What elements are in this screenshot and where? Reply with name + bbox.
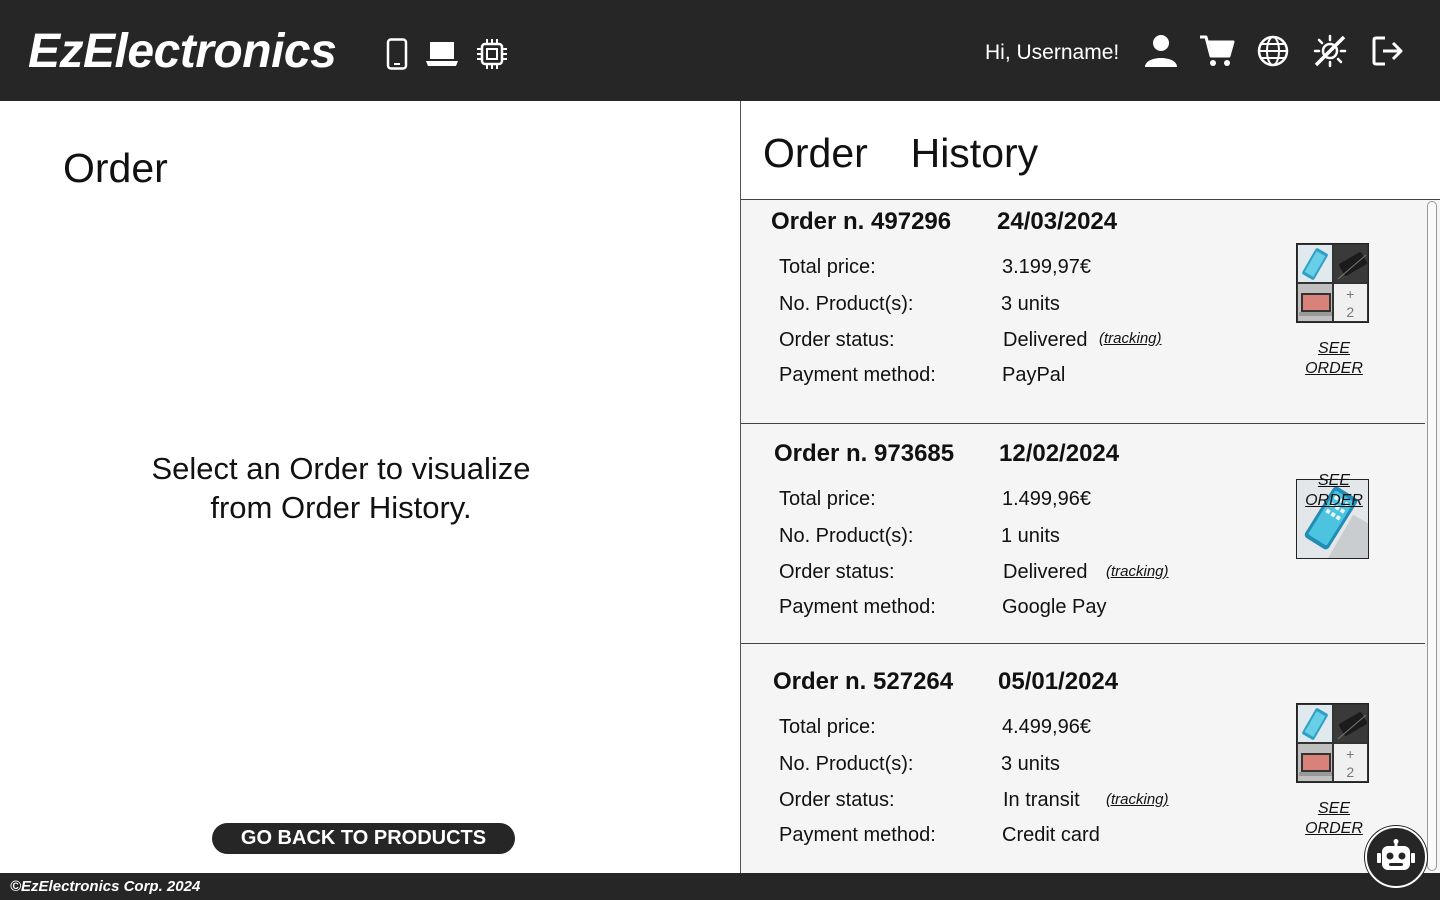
- products-value: 1 units: [1001, 525, 1060, 547]
- status-label: Order status:: [779, 789, 895, 811]
- tracking-link[interactable]: (tracking): [1099, 329, 1162, 349]
- order-date: 24/03/2024: [997, 208, 1118, 235]
- history-title: Order History: [763, 130, 1039, 176]
- order-detail-panel: Order Select an Order to visualize from …: [0, 101, 740, 873]
- tracking-link[interactable]: (tracking): [1106, 790, 1169, 810]
- history-scrollbar[interactable]: [1427, 201, 1437, 871]
- payment-value: PayPal: [1002, 364, 1066, 386]
- payment-label: Payment method:: [779, 596, 936, 618]
- chatbot-icon[interactable]: [1365, 826, 1427, 888]
- message-line-1: Select an Order to visualize: [151, 451, 531, 486]
- order-number: Order n. 973685: [774, 440, 955, 467]
- status-label: Order status:: [779, 561, 895, 583]
- smartphone-thumbnail: [1297, 704, 1333, 743]
- order-thumbnails[interactable]: +2: [1296, 243, 1369, 323]
- smartphone-icon[interactable]: [385, 36, 409, 72]
- see-order-link[interactable]: SEE ORDER: [1289, 799, 1379, 839]
- smartphone-thumbnail: [1297, 244, 1333, 283]
- total-price-value: 1.499,96€: [1002, 488, 1091, 510]
- tracking-link[interactable]: (tracking): [1106, 562, 1169, 582]
- chip-icon[interactable]: [475, 36, 509, 72]
- payment-label: Payment method:: [779, 824, 936, 846]
- products-label: No. Product(s):: [779, 525, 914, 547]
- status-label: Order status:: [779, 329, 895, 351]
- order-number: Order n. 497296: [771, 208, 952, 235]
- payment-value: Google Pay: [1002, 596, 1107, 618]
- order-card[interactable]: Order n. 497296 24/03/2024 Total price: …: [741, 201, 1425, 424]
- user-greeting: Hi, Username!: [985, 41, 1120, 64]
- user-icon[interactable]: [1141, 30, 1181, 72]
- order-date: 05/01/2024: [998, 668, 1119, 695]
- theme-toggle-icon[interactable]: [1310, 30, 1350, 72]
- laptop-icon[interactable]: [424, 36, 460, 72]
- total-price-label: Total price:: [779, 716, 876, 738]
- copyright-text: ©EzElectronics Corp. 2024: [10, 878, 201, 895]
- empty-selection-message: Select an Order to visualize from Order …: [91, 449, 591, 527]
- order-thumbnails[interactable]: +2: [1296, 703, 1369, 783]
- status-value: In transit: [1003, 789, 1080, 811]
- cart-icon[interactable]: [1197, 30, 1237, 72]
- products-value: 3 units: [1001, 293, 1060, 315]
- more-products-indicator: +2: [1332, 743, 1368, 782]
- laptop-thumbnail: [1297, 283, 1333, 322]
- accessory-thumbnail: [1332, 244, 1368, 283]
- see-order-link[interactable]: SEE ORDER: [1289, 471, 1379, 511]
- globe-icon[interactable]: [1253, 30, 1293, 72]
- payment-label: Payment method:: [779, 364, 936, 386]
- go-back-to-products-button[interactable]: GO BACK TO PRODUCTS: [212, 823, 515, 854]
- order-number: Order n. 527264: [773, 668, 954, 695]
- laptop-thumbnail: [1297, 743, 1333, 782]
- see-order-link[interactable]: SEE ORDER: [1289, 339, 1379, 379]
- total-price-value: 3.199,97€: [1002, 256, 1091, 278]
- order-card[interactable]: Order n. 527264 05/01/2024 Total price: …: [741, 645, 1425, 873]
- products-label: No. Product(s):: [779, 293, 914, 315]
- brand-logo[interactable]: EzElectronics: [28, 22, 337, 82]
- order-panel-title: Order: [63, 145, 168, 191]
- logout-icon[interactable]: [1368, 30, 1408, 72]
- top-navbar: EzElectronics Hi, Username!: [0, 0, 1440, 101]
- order-history-panel: Order History Order n. 497296 24/03/2024…: [741, 101, 1440, 873]
- total-price-label: Total price:: [779, 256, 876, 278]
- order-card[interactable]: Order n. 973685 12/02/2024 Total price: …: [741, 425, 1425, 644]
- status-value: Delivered: [1003, 329, 1088, 351]
- products-label: No. Product(s):: [779, 753, 914, 775]
- accessory-thumbnail: [1332, 704, 1368, 743]
- message-line-2: from Order History.: [210, 490, 472, 525]
- more-products-indicator: +2: [1332, 283, 1368, 322]
- payment-value: Credit card: [1002, 824, 1100, 846]
- order-date: 12/02/2024: [999, 440, 1120, 467]
- status-value: Delivered: [1003, 561, 1088, 583]
- history-header: Order History: [741, 101, 1440, 200]
- total-price-label: Total price:: [779, 488, 876, 510]
- total-price-value: 4.499,96€: [1002, 716, 1091, 738]
- footer: ©EzElectronics Corp. 2024: [0, 873, 1440, 900]
- products-value: 3 units: [1001, 753, 1060, 775]
